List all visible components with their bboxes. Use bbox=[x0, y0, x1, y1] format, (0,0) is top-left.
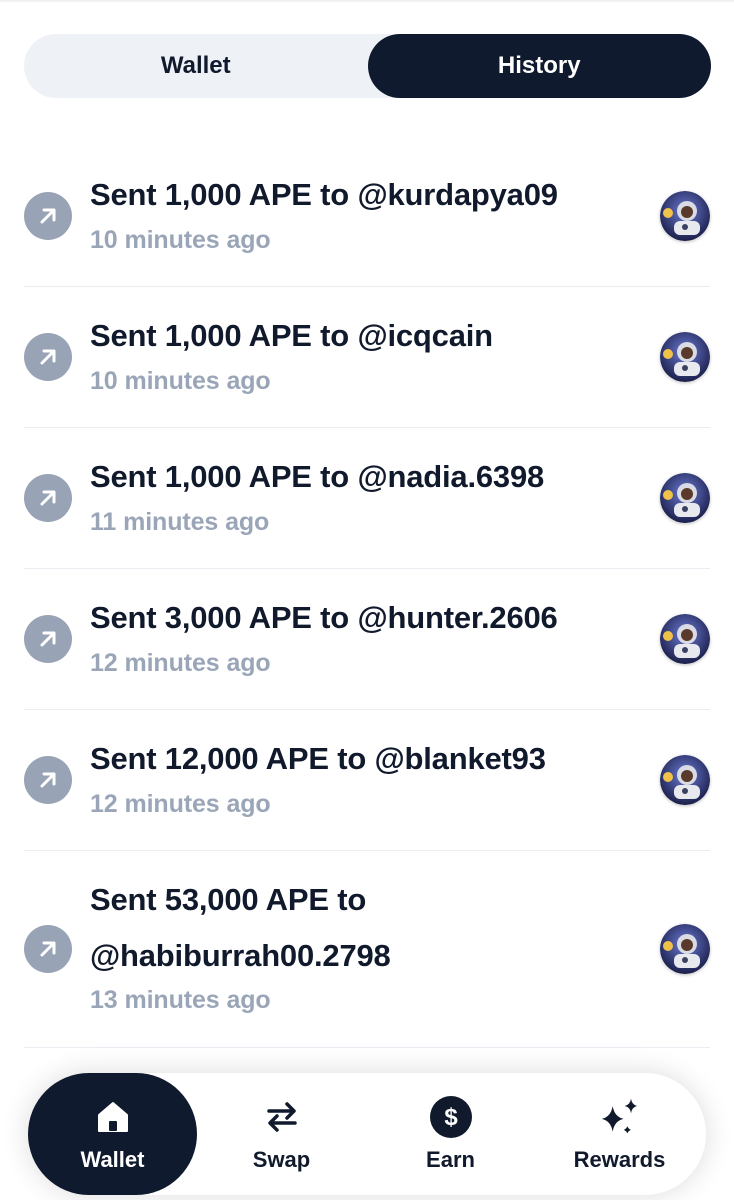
nav-wallet-label: Wallet bbox=[80, 1147, 145, 1172]
svg-text:$: $ bbox=[444, 1104, 458, 1131]
sparkles-icon bbox=[598, 1095, 642, 1139]
nav-rewards-label: Rewards bbox=[573, 1147, 666, 1172]
arrow-up-right-icon bbox=[24, 333, 72, 381]
transaction-title: Sent 1,000 APE to @nadia.6398 bbox=[90, 459, 545, 494]
transaction-list: Sent 1,000 APE to @kurdapya09 10 minutes… bbox=[24, 146, 710, 1048]
status-bar-edge bbox=[0, 0, 734, 3]
wallet-history-toggle: Wallet History bbox=[24, 34, 711, 98]
nav-earn[interactable]: $ Earn bbox=[366, 1073, 535, 1195]
transaction-title: Sent 53,000 APE to @habiburrah00.2798 bbox=[90, 882, 391, 973]
arrow-up-right-icon bbox=[24, 925, 72, 973]
token-avatar bbox=[660, 755, 710, 805]
transaction-time: 10 minutes ago bbox=[90, 367, 271, 395]
transaction-title: Sent 1,000 APE to @icqcain bbox=[90, 318, 493, 353]
arrow-up-right-icon bbox=[24, 192, 72, 240]
transaction-row[interactable]: Sent 1,000 APE to @kurdapya09 10 minutes… bbox=[24, 146, 710, 287]
home-icon bbox=[91, 1095, 135, 1139]
arrow-up-right-icon bbox=[24, 756, 72, 804]
transaction-row[interactable]: Sent 1,000 APE to @nadia.6398 11 minutes… bbox=[24, 428, 710, 569]
transaction-row[interactable]: Sent 3,000 APE to @hunter.2606 12 minute… bbox=[24, 569, 710, 710]
transaction-time: 10 minutes ago bbox=[90, 226, 271, 254]
nav-rewards[interactable]: Rewards bbox=[535, 1073, 704, 1195]
token-avatar bbox=[660, 614, 710, 664]
transaction-time: 12 minutes ago bbox=[90, 649, 271, 677]
transaction-row[interactable]: Sent 12,000 APE to @blanket93 12 minutes… bbox=[24, 710, 710, 851]
transaction-title: Sent 12,000 APE to @blanket93 bbox=[90, 741, 546, 776]
transaction-time: 11 minutes ago bbox=[90, 508, 270, 536]
transaction-row[interactable]: Sent 53,000 APE to @habiburrah00.2798 13… bbox=[24, 851, 710, 1048]
nav-swap[interactable]: Swap bbox=[197, 1073, 366, 1195]
tab-wallet[interactable]: Wallet bbox=[24, 34, 368, 98]
nav-earn-label: Earn bbox=[426, 1147, 475, 1172]
transaction-title: Sent 1,000 APE to @kurdapya09 bbox=[90, 177, 558, 212]
token-avatar bbox=[660, 332, 710, 382]
arrow-up-right-icon bbox=[24, 615, 72, 663]
arrow-up-right-icon bbox=[24, 474, 72, 522]
dollar-icon: $ bbox=[429, 1095, 473, 1139]
bottom-navigation: Wallet Swap $ Earn Rewards bbox=[28, 1073, 706, 1195]
nav-wallet[interactable]: Wallet bbox=[28, 1073, 197, 1195]
token-avatar bbox=[660, 473, 710, 523]
nav-swap-label: Swap bbox=[252, 1147, 311, 1172]
transaction-time: 13 minutes ago bbox=[90, 986, 271, 1014]
tab-history[interactable]: History bbox=[367, 34, 711, 98]
transaction-time: 12 minutes ago bbox=[90, 790, 271, 818]
token-avatar bbox=[660, 924, 710, 974]
token-avatar bbox=[660, 191, 710, 241]
swap-arrows-icon bbox=[260, 1095, 304, 1139]
transaction-row[interactable]: Sent 1,000 APE to @icqcain 10 minutes ag… bbox=[24, 287, 710, 428]
transaction-title: Sent 3,000 APE to @hunter.2606 bbox=[90, 600, 558, 635]
